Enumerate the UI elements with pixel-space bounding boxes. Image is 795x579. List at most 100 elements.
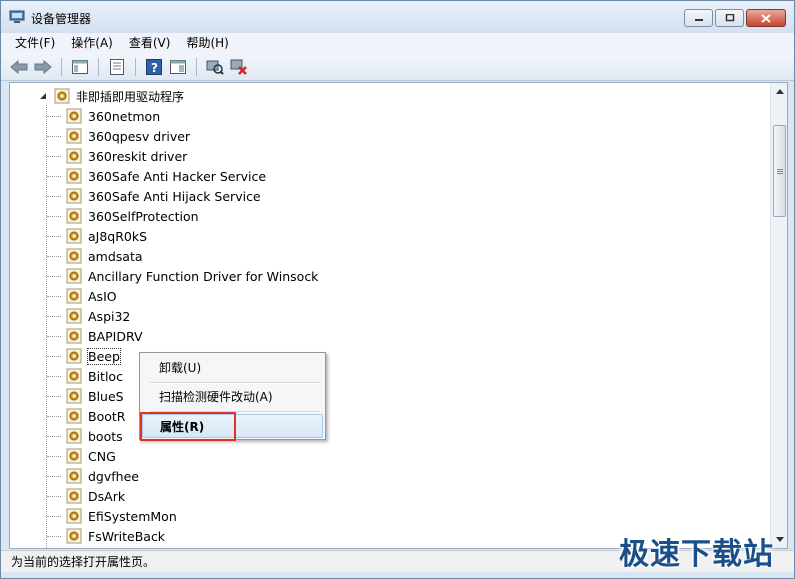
tree-item-label: FsWriteBack xyxy=(88,528,166,544)
driver-gear-icon xyxy=(66,208,82,224)
window-view-icon xyxy=(170,59,186,74)
tree-item-label: BlueS xyxy=(88,388,124,404)
driver-gear-icon xyxy=(66,148,82,164)
close-button[interactable] xyxy=(746,9,786,27)
uninstall-device-icon xyxy=(230,59,247,75)
menu-view[interactable]: 查看(V) xyxy=(121,33,179,53)
toolbar-separator xyxy=(135,57,136,76)
tree-item-label: aJ8qR0kS xyxy=(88,228,148,244)
tree-item-label: dgvfhee xyxy=(88,468,139,484)
driver-gear-icon xyxy=(66,468,82,484)
tree-item[interactable]: BlueS xyxy=(47,386,124,406)
tree-item[interactable]: 360SelfProtection xyxy=(47,206,199,226)
device-manager-window: 设备管理器 文件(F) 操作(A) 查看(V) 帮助(H) ? 非即插即用驱动程… xyxy=(0,0,795,579)
driver-gear-icon xyxy=(66,188,82,204)
tree-item[interactable]: EfiSystemMon xyxy=(47,506,177,526)
tree-item-label: AsIO xyxy=(88,288,117,304)
tree-item-label: 360Safe Anti Hijack Service xyxy=(88,188,261,204)
back-arrow-icon xyxy=(10,59,28,74)
tree-item[interactable]: Beep xyxy=(47,346,121,366)
toolbar-separator xyxy=(196,57,197,76)
tree-item[interactable]: FsWriteBack xyxy=(47,526,166,546)
tree-item[interactable]: Ancillary Function Driver for Winsock xyxy=(47,266,319,286)
driver-gear-icon xyxy=(66,508,82,524)
minimize-icon xyxy=(694,19,703,21)
driver-gear-icon xyxy=(66,288,82,304)
scan-hardware-button[interactable] xyxy=(205,57,225,77)
tree-item[interactable]: 360Safe Anti Hacker Service xyxy=(47,166,266,186)
status-text: 为当前的选择打开属性页。 xyxy=(11,555,156,569)
tree-item[interactable]: DsArk xyxy=(47,486,125,506)
driver-gear-icon xyxy=(66,448,82,464)
window-title: 设备管理器 xyxy=(31,12,92,26)
properties-toolbar-button[interactable] xyxy=(107,57,127,77)
ctx-scan-hardware-changes[interactable]: 扫描检测硬件改动(A) xyxy=(142,384,323,408)
driver-gear-icon xyxy=(66,308,82,324)
tree-item[interactable]: BAPIDRV xyxy=(47,326,143,346)
back-button[interactable] xyxy=(9,57,29,77)
tree-item-label: 360qpesv driver xyxy=(88,128,191,144)
maximize-button[interactable] xyxy=(715,9,744,27)
tree-item-label: BootR xyxy=(88,408,126,424)
console-tree-icon xyxy=(72,59,88,74)
tree-item-label: BAPIDRV xyxy=(88,328,143,344)
driver-gear-icon xyxy=(66,168,82,184)
driver-gear-icon xyxy=(66,528,82,544)
driver-gear-icon xyxy=(66,228,82,244)
ctx-uninstall[interactable]: 卸载(U) xyxy=(142,355,323,379)
tree-item[interactable]: 360netmon xyxy=(47,106,161,126)
driver-gear-icon xyxy=(66,248,82,264)
tree-item[interactable]: 360reskit driver xyxy=(47,146,187,166)
tree-item[interactable]: 360Safe Anti Hijack Service xyxy=(47,186,261,206)
close-icon xyxy=(761,13,771,23)
view-button[interactable] xyxy=(168,57,188,77)
tree-item-label: amdsata xyxy=(88,248,143,264)
scrollbar-thumb[interactable] xyxy=(773,125,786,217)
forward-button[interactable] xyxy=(33,57,53,77)
device-manager-icon xyxy=(9,10,25,23)
tree-item-label: Beep xyxy=(87,347,121,365)
properties-icon xyxy=(110,58,124,75)
menu-bar: 文件(F) 操作(A) 查看(V) 帮助(H) xyxy=(1,33,794,53)
tree-item[interactable]: BootR xyxy=(47,406,126,426)
tree-item[interactable]: Aspi32 xyxy=(47,306,130,326)
tree-item-label: Ancillary Function Driver for Winsock xyxy=(88,268,319,284)
tree-item[interactable]: aJ8qR0kS xyxy=(47,226,148,246)
help-icon: ? xyxy=(146,58,162,75)
driver-gear-icon xyxy=(66,128,82,144)
scroll-up-button[interactable] xyxy=(771,83,787,100)
toolbar-separator xyxy=(61,57,62,76)
driver-gear-icon xyxy=(66,408,82,424)
tree-item-label: boots xyxy=(88,428,123,444)
vertical-scrollbar[interactable] xyxy=(770,83,787,548)
tree-item[interactable]: dgvfhee xyxy=(47,466,139,486)
annotation-highlight-box xyxy=(140,412,236,441)
tree-item-label: Bitloc xyxy=(88,368,123,384)
driver-gear-icon xyxy=(66,488,82,504)
watermark-text: 极速下载站 xyxy=(619,537,774,572)
device-tree-pane[interactable]: 非即插即用驱动程序 360netmon 360qpesv driver 360res… xyxy=(9,82,788,549)
tree-item[interactable]: amdsata xyxy=(47,246,143,266)
title-bar[interactable]: 设备管理器 xyxy=(1,1,794,33)
driver-gear-icon xyxy=(66,388,82,404)
tree-item[interactable]: 360qpesv driver xyxy=(47,126,191,146)
driver-gear-icon xyxy=(54,88,70,104)
tree-item[interactable]: boots xyxy=(47,426,123,446)
tree-item[interactable]: CNG xyxy=(47,446,116,466)
tree-item-label: 360netmon xyxy=(88,108,161,124)
tree-item[interactable]: AsIO xyxy=(47,286,117,306)
driver-gear-icon xyxy=(66,428,82,444)
driver-gear-icon xyxy=(66,348,82,364)
tree-node-non-pnp-drivers[interactable]: 非即插即用驱动程序 xyxy=(38,87,184,105)
menu-file[interactable]: 文件(F) xyxy=(7,33,63,53)
menu-action[interactable]: 操作(A) xyxy=(63,33,121,53)
minimize-button[interactable] xyxy=(684,9,713,27)
uninstall-button[interactable] xyxy=(229,57,249,77)
help-button[interactable]: ? xyxy=(144,57,164,77)
menu-help[interactable]: 帮助(H) xyxy=(178,33,236,53)
collapse-triangle-icon[interactable] xyxy=(38,91,48,101)
maximize-icon xyxy=(725,14,734,22)
tree-item[interactable]: Bitloc xyxy=(47,366,123,386)
toolbar-separator xyxy=(98,57,99,76)
show-hide-console-tree-button[interactable] xyxy=(70,57,90,77)
